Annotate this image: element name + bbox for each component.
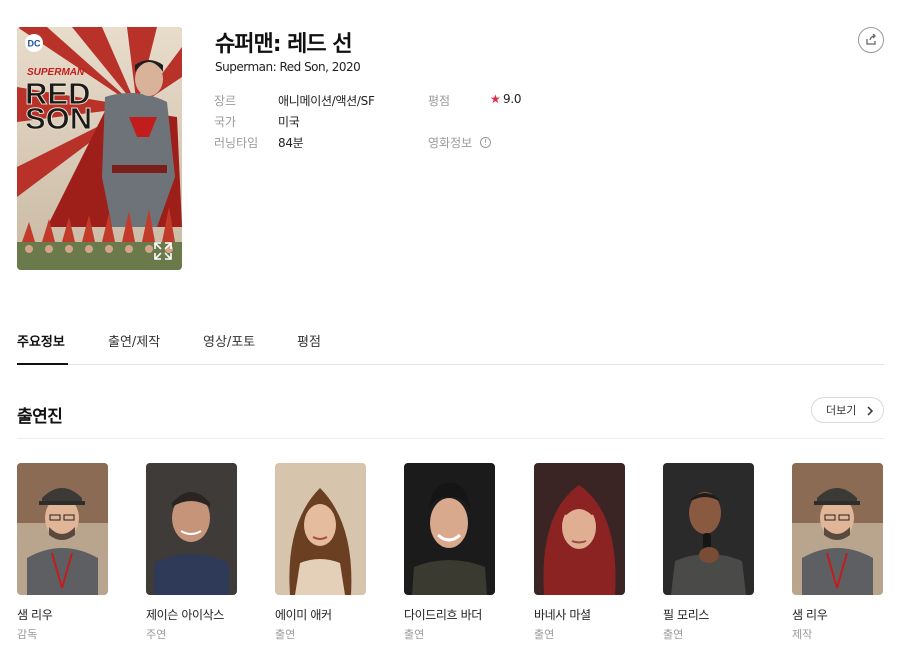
- cast-photo: [275, 463, 366, 595]
- movie-info-link[interactable]: 영화정보: [428, 134, 472, 151]
- movie-title: 슈퍼맨: 레드 선: [215, 32, 353, 57]
- runtime-value: 84분: [278, 136, 304, 150]
- cast-photo: [17, 463, 108, 595]
- cast-photo: [404, 463, 495, 595]
- cast-role: 출연: [275, 628, 296, 641]
- chevron-right-icon: [867, 406, 874, 416]
- cast-role: 감독: [17, 628, 38, 641]
- cast-name: 다이드리흐 바더: [404, 608, 482, 622]
- country-value: 미국: [278, 115, 300, 129]
- cast-item[interactable]: 에이미 애커 출연: [275, 463, 366, 642]
- cast-photo: [146, 463, 237, 595]
- cast-item[interactable]: 제이슨 아이삭스 주연: [146, 463, 237, 642]
- active-tab-indicator: [17, 363, 68, 365]
- country-label: 국가: [214, 115, 237, 129]
- poster-wordmark-son: SON: [25, 101, 92, 136]
- tab-main-info[interactable]: 주요정보: [17, 331, 65, 350]
- rating-label: 평점: [428, 94, 451, 108]
- runtime-label: 러닝타임: [214, 136, 259, 150]
- tab-video-photo[interactable]: 영상/포토: [203, 331, 255, 350]
- cast-name: 에이미 애커: [275, 608, 332, 622]
- more-button-label: 더보기: [826, 404, 857, 417]
- cast-photo: [663, 463, 754, 595]
- cast-photo: [534, 463, 625, 595]
- cast-name: 샘 리우: [792, 608, 828, 622]
- tab-reviews[interactable]: 평점: [297, 331, 321, 350]
- share-button[interactable]: [858, 27, 884, 53]
- info-icon[interactable]: !: [480, 137, 491, 148]
- cast-item[interactable]: 필 모리스 출연: [663, 463, 754, 642]
- cast-item[interactable]: 샘 리우 제작: [792, 463, 883, 642]
- section-divider: [17, 438, 884, 439]
- cast-role: 출연: [404, 628, 425, 641]
- expand-icon[interactable]: [152, 240, 174, 262]
- dc-logo: DC: [28, 39, 41, 49]
- share-icon: [866, 33, 876, 45]
- cast-name: 필 모리스: [663, 608, 709, 622]
- rating-value: 9.0: [503, 92, 522, 106]
- cast-name: 샘 리우: [17, 608, 53, 622]
- tab-cast-crew[interactable]: 출연/제작: [108, 331, 160, 350]
- more-button[interactable]: 더보기: [811, 397, 884, 423]
- genre-label: 장르: [214, 94, 237, 108]
- star-icon: ★: [490, 92, 501, 106]
- cast-role: 주연: [146, 628, 167, 641]
- cast-item[interactable]: 바네사 마셜 출연: [534, 463, 625, 642]
- movie-subtitle: Superman: Red Son, 2020: [215, 60, 361, 74]
- cast-section-title: 출연진: [17, 407, 63, 427]
- tab-bar: 주요정보 출연/제작 영상/포토 평점: [17, 328, 884, 365]
- cast-role: 출연: [534, 628, 555, 641]
- genre-value: 애니메이션/액션/SF: [278, 94, 375, 108]
- cast-item[interactable]: 샘 리우 감독: [17, 463, 108, 642]
- cast-photo: [792, 463, 883, 595]
- cast-role: 출연: [663, 628, 684, 641]
- cast-item[interactable]: 다이드리흐 바더 출연: [404, 463, 495, 642]
- cast-role: 제작: [792, 628, 813, 641]
- cast-name: 제이슨 아이삭스: [146, 608, 224, 622]
- cast-name: 바네사 마셜: [534, 608, 591, 622]
- movie-poster[interactable]: DC SUPERMAN RED SON: [17, 27, 182, 270]
